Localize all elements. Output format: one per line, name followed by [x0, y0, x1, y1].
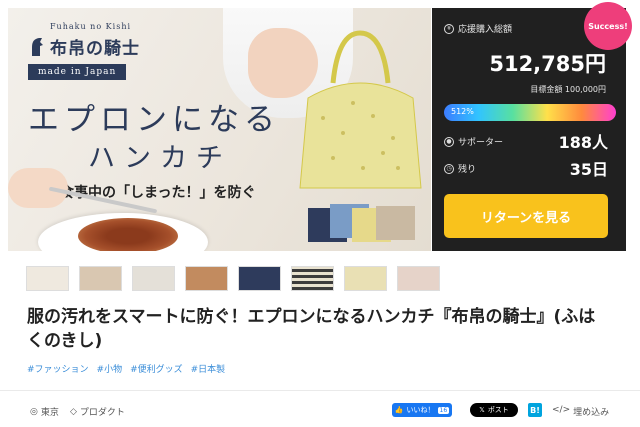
tag-icon: ◇	[70, 406, 77, 417]
location-pin-icon: ◎	[30, 406, 38, 417]
hero-pasta-shape	[78, 218, 178, 251]
thumbs-up-icon: 👍	[394, 406, 404, 414]
user-icon: ●	[444, 136, 454, 147]
hero-headline-2: ハンカチ	[88, 143, 232, 174]
project-title: 服の汚れをスマートに防ぐ！エプロンになるハンカチ『布帛の騎士』(ふはくのきし)	[27, 307, 596, 351]
clock-icon: ◷	[444, 163, 454, 174]
thumbnail-1[interactable]	[26, 266, 69, 291]
hatena-bookmark-button[interactable]: B!	[528, 403, 542, 417]
gallery-thumbnails	[26, 266, 440, 291]
brand-name: 布帛の騎士	[50, 39, 140, 59]
thumbnail-2[interactable]	[79, 266, 122, 291]
progress-percent: 512%	[451, 107, 474, 116]
like-count: 16	[437, 406, 450, 414]
location-text: 東京	[40, 408, 59, 418]
thumbnail-3[interactable]	[132, 266, 175, 291]
purchase-total-label: ¥ 応援購入総額	[444, 22, 512, 35]
category-meta[interactable]: ◇ プロダクト	[70, 405, 125, 419]
tag-made-in-japan[interactable]: #日本製	[191, 362, 226, 375]
amount-raised: 512,785円	[489, 52, 606, 76]
post-label: ポスト	[487, 406, 509, 414]
project-footer: ◎ 東京 ◇ プロダクト 👍 いいね！ 16 𝕏 ポスト B! </> 埋め込み	[0, 390, 640, 427]
x-logo-icon: 𝕏	[479, 406, 485, 414]
thumbnail-4[interactable]	[185, 266, 228, 291]
embed-label: 埋め込み	[573, 408, 610, 418]
remaining-days: 35日	[569, 160, 608, 179]
tag-list: #ファッション #小物 #便利グッズ #日本製	[27, 362, 225, 375]
purchase-total-text: 応援購入総額	[458, 25, 513, 35]
location-meta[interactable]: ◎ 東京	[30, 405, 59, 419]
tag-accessories[interactable]: #小物	[97, 362, 123, 375]
made-in-japan-badge: made in Japan	[28, 64, 127, 80]
hero-image: Fuhaku no Kishi 布帛の騎士 made in Japan エプロン…	[8, 8, 431, 251]
like-label: いいね！	[406, 406, 435, 414]
tag-useful-goods[interactable]: #便利グッズ	[130, 362, 183, 375]
category-text: プロダクト	[79, 408, 125, 418]
x-post-button[interactable]: 𝕏 ポスト	[470, 403, 518, 417]
view-returns-button[interactable]: リターンを見る	[444, 194, 608, 238]
tag-fashion[interactable]: #ファッション	[27, 362, 89, 375]
knight-icon	[32, 37, 43, 56]
brand-logo: Fuhaku no Kishi 布帛の騎士 made in Japan	[28, 22, 140, 80]
remaining-text: 残り	[458, 165, 477, 175]
yen-icon: ¥	[444, 23, 454, 34]
facebook-like-button[interactable]: 👍 いいね！ 16	[392, 403, 452, 417]
goal-amount: 目標金額 100,000円	[530, 85, 606, 94]
supporters-count: 188人	[558, 133, 608, 152]
thumbnail-5[interactable]	[238, 266, 281, 291]
code-icon: </>	[552, 405, 571, 415]
thumbnail-7[interactable]	[344, 266, 387, 291]
hanky-swatch-4	[376, 206, 415, 240]
success-badge: Success!	[584, 2, 632, 50]
apron-illustration	[299, 30, 422, 189]
progress-bar: 512%	[444, 104, 616, 121]
supporters-text: サポーター	[458, 138, 504, 148]
thumbnail-6[interactable]	[291, 266, 334, 291]
thumbnail-8[interactable]	[397, 266, 440, 291]
hero-headline-1: エプロンになる	[28, 102, 280, 138]
embed-button[interactable]: </> 埋め込み	[552, 405, 609, 418]
remaining-label: ◷ 残り	[444, 162, 476, 175]
brand-romaji: Fuhaku no Kishi	[50, 22, 132, 31]
supporters-label: ● サポーター	[444, 135, 503, 148]
